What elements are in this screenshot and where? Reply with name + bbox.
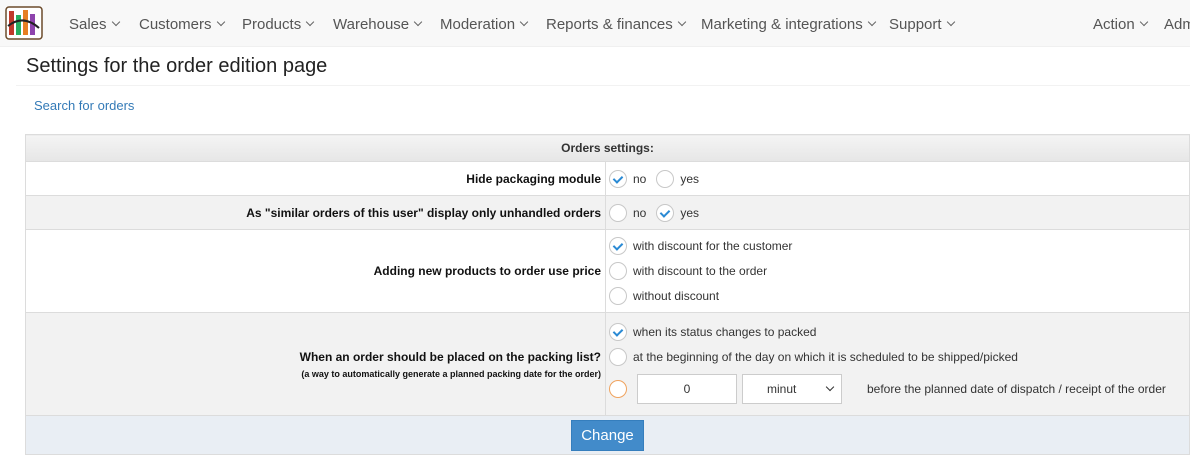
nav-reports-finances-label: Reports & finances xyxy=(546,16,673,33)
chevron-down-icon xyxy=(867,17,876,27)
nav-moderation-label: Moderation xyxy=(440,16,516,33)
packing-option-custom: minut before the planned date of dispatc… xyxy=(609,369,1189,409)
price-option-order-discount[interactable]: with discount to the order xyxy=(609,259,1189,284)
nav-support[interactable]: Support xyxy=(889,0,955,47)
chevron-down-icon xyxy=(825,382,835,392)
similar-orders-no-radio[interactable] xyxy=(609,203,627,222)
chevron-down-icon xyxy=(111,17,120,27)
nav-warehouse[interactable]: Warehouse xyxy=(333,0,423,47)
nav-marketing-integrations-label: Marketing & integrations xyxy=(701,16,863,33)
nav-support-label: Support xyxy=(889,16,942,33)
similar-orders-no-option[interactable]: no xyxy=(609,203,646,222)
packing-list-options: when its status changes to packed at the… xyxy=(605,312,1190,416)
nav-sales-label: Sales xyxy=(69,16,107,33)
packing-list-sublabel: (a way to automatically generate a plann… xyxy=(301,368,601,379)
hide-packaging-label: Hide packaging module xyxy=(25,161,606,196)
hide-packaging-no-radio[interactable] xyxy=(609,169,627,188)
new-products-price-options: with discount for the customer with disc… xyxy=(605,229,1190,313)
packing-option-status-packed[interactable]: when its status changes to packed xyxy=(609,319,1189,344)
search-orders-link[interactable]: Search for orders xyxy=(34,98,134,113)
top-navbar: Sales Customers Products Warehouse Moder… xyxy=(0,0,1190,47)
packing-status-packed-label[interactable]: when its status changes to packed xyxy=(633,325,816,339)
nav-products-label: Products xyxy=(242,16,302,33)
nav-sales[interactable]: Sales xyxy=(69,0,120,47)
chevron-down-icon xyxy=(677,17,686,27)
packing-after-text: before the planned date of dispatch / re… xyxy=(867,382,1166,396)
packing-unit-select[interactable]: minut xyxy=(742,374,842,404)
packing-list-label: When an order should be placed on the pa… xyxy=(299,349,601,364)
hide-packaging-yes-option[interactable]: yes xyxy=(656,169,699,188)
similar-orders-yes-label[interactable]: yes xyxy=(680,206,699,220)
nav-warehouse-label: Warehouse xyxy=(333,16,410,33)
price-customer-discount-label[interactable]: with discount for the customer xyxy=(633,239,792,253)
chevron-down-icon xyxy=(946,17,955,27)
nav-reports-finances[interactable]: Reports & finances xyxy=(546,0,686,47)
hide-packaging-yes-radio[interactable] xyxy=(656,169,675,188)
price-option-no-discount[interactable]: without discount xyxy=(609,284,1189,309)
setting-row-similar-orders: As "similar orders of this user" display… xyxy=(25,195,1190,230)
packing-day-start-radio[interactable] xyxy=(609,347,627,366)
similar-orders-no-label[interactable]: no xyxy=(633,206,646,220)
title-divider xyxy=(16,85,1190,86)
settings-footer: Change xyxy=(25,415,1190,455)
hide-packaging-yes-label[interactable]: yes xyxy=(680,172,699,186)
similar-orders-yes-option[interactable]: yes xyxy=(656,203,699,222)
packing-option-day-start[interactable]: at the beginning of the day on which it … xyxy=(609,344,1189,369)
app-logo[interactable] xyxy=(5,6,45,40)
page-title: Settings for the order edition page xyxy=(26,55,328,77)
price-no-discount-radio[interactable] xyxy=(609,287,627,305)
nav-customers-label: Customers xyxy=(139,16,212,33)
nav-moderation[interactable]: Moderation xyxy=(440,0,529,47)
chevron-down-icon xyxy=(1139,17,1148,27)
price-order-discount-label[interactable]: with discount to the order xyxy=(633,264,767,278)
setting-row-packing-list: When an order should be placed on the pa… xyxy=(25,312,1190,416)
orders-settings-table: Orders settings: Hide packaging module n… xyxy=(25,134,1190,455)
setting-row-new-products-price: Adding new products to order use price w… xyxy=(25,229,1190,313)
packing-unit-value: minut xyxy=(767,382,797,396)
price-customer-discount-radio[interactable] xyxy=(609,237,627,255)
price-option-customer-discount[interactable]: with discount for the customer xyxy=(609,234,1189,259)
price-no-discount-label[interactable]: without discount xyxy=(633,289,719,303)
nav-marketing-integrations[interactable]: Marketing & integrations xyxy=(701,0,876,47)
chevron-down-icon xyxy=(413,17,423,27)
packing-amount-input[interactable] xyxy=(637,374,737,404)
nav-admin[interactable]: Adm xyxy=(1164,0,1190,47)
nav-admin-label: Adm xyxy=(1164,16,1190,33)
packing-status-packed-radio[interactable] xyxy=(609,322,627,341)
change-button[interactable]: Change xyxy=(571,419,644,451)
chevron-down-icon xyxy=(216,17,225,27)
chevron-down-icon xyxy=(305,17,315,27)
settings-header: Orders settings: xyxy=(25,134,1190,162)
nav-products[interactable]: Products xyxy=(242,0,315,47)
hide-packaging-options: no yes xyxy=(605,161,1190,196)
hide-packaging-no-label[interactable]: no xyxy=(633,172,646,186)
similar-orders-options: no yes xyxy=(605,195,1190,230)
hide-packaging-no-option[interactable]: no xyxy=(609,169,646,188)
nav-action-label: Action xyxy=(1093,16,1135,33)
settings-footer-cell: Change xyxy=(25,415,1190,455)
nav-action[interactable]: Action xyxy=(1093,0,1148,47)
chevron-down-icon xyxy=(519,17,529,27)
packing-list-label-cell: When an order should be placed on the pa… xyxy=(25,312,606,416)
setting-row-hide-packaging: Hide packaging module no yes xyxy=(25,161,1190,196)
price-order-discount-radio[interactable] xyxy=(609,262,627,280)
new-products-price-label: Adding new products to order use price xyxy=(25,229,606,313)
similar-orders-yes-radio[interactable] xyxy=(656,203,675,222)
packing-day-start-label[interactable]: at the beginning of the day on which it … xyxy=(633,350,1018,364)
nav-customers[interactable]: Customers xyxy=(139,0,225,47)
similar-orders-label: As "similar orders of this user" display… xyxy=(25,195,606,230)
packing-custom-radio[interactable] xyxy=(609,380,627,398)
